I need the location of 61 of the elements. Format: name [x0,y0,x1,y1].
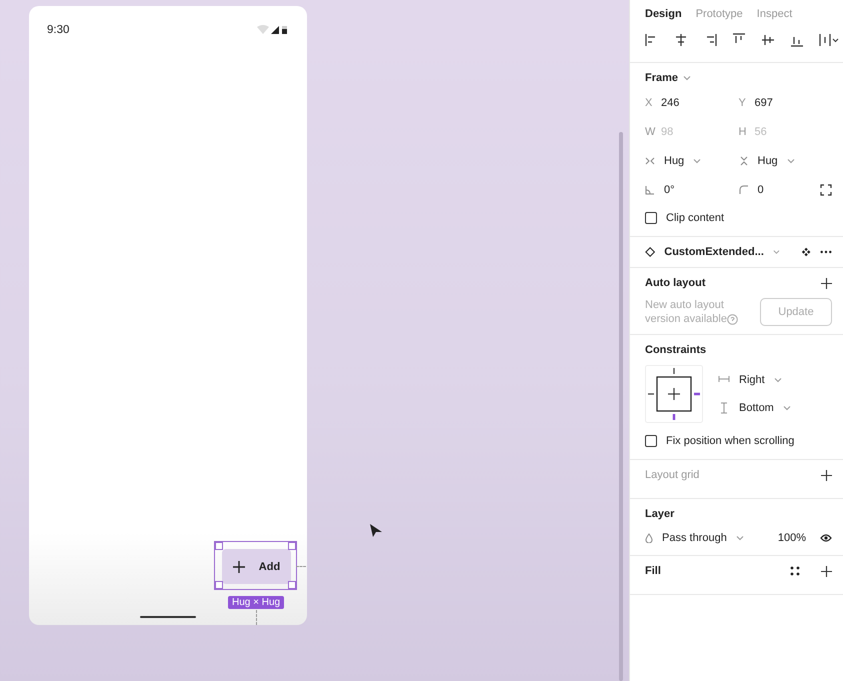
checkbox-label: Fix position when scrolling [666,435,794,447]
vertical-resizing-icon [738,156,748,166]
number-field[interactable]: Y 697 [738,93,832,113]
droplet-icon [645,533,653,543]
size-label: Hug × Hug [228,596,284,609]
vertical-constraint-icon [718,402,730,414]
opacity-field[interactable]: 100% [778,532,806,544]
component-icon[interactable] [800,246,811,258]
status-icons [257,25,289,35]
resize-handle[interactable] [288,542,296,550]
constraints-diagram [645,365,703,423]
cursor-icon [370,524,382,538]
rotation-icon [645,185,655,195]
home-indicator [140,616,196,618]
align-middle-icon[interactable] [761,33,775,47]
independent-corners-icon[interactable] [820,184,832,196]
dropdown[interactable]: Hug [738,151,832,171]
resize-handle[interactable] [288,581,296,589]
checkbox[interactable] [645,212,657,224]
styles-icon[interactable] [790,566,800,576]
caret-icon [774,377,782,383]
resize-handle[interactable] [215,542,223,550]
horizontal-resizing-icon [645,156,655,166]
section-title: Layout grid [645,469,700,481]
add-icon[interactable] [821,278,832,288]
dropdown[interactable]: Bottom [718,399,791,417]
caret-icon [782,405,791,411]
tab[interactable]: Design [645,8,694,20]
align-center-icon[interactable] [674,33,688,47]
caret-icon[interactable] [772,249,780,255]
caret-icon [736,535,744,541]
eye-icon[interactable] [820,534,832,542]
notice-text: New auto layout version available [645,299,727,325]
checkbox[interactable] [645,435,657,447]
more-icon[interactable] [820,250,832,254]
section-title: Layer [645,508,674,520]
scrollbar[interactable] [619,132,623,681]
rotation-field[interactable]: 0° [645,180,738,200]
dropdown[interactable]: Right [718,371,791,389]
dropdown[interactable]: Pass through [645,529,744,547]
component-name[interactable]: CustomExtended... [664,246,764,258]
section-title: Fill [645,565,661,577]
section-title: Frame [645,72,678,84]
dropdown[interactable]: Hug [645,151,738,171]
corner-radius-field[interactable]: 0 [738,180,764,200]
distribute-icon[interactable] [819,33,839,47]
resize-handle[interactable] [215,581,223,589]
status-time: 9:30 [47,24,70,36]
section-title: Auto layout [645,277,706,289]
number-field[interactable]: X 246 [645,93,738,113]
add-icon[interactable] [821,470,832,480]
corner-radius-icon [738,185,748,195]
caret-icon [693,158,702,164]
add-icon[interactable] [821,566,832,576]
section-title: Constraints [645,344,706,356]
component-instance-icon [645,246,656,258]
caret-icon [786,158,795,164]
caret-icon[interactable] [683,75,692,81]
checkbox-label: Clip content [666,212,724,224]
plus-icon [232,560,245,572]
add-button[interactable]: Add [222,549,291,584]
